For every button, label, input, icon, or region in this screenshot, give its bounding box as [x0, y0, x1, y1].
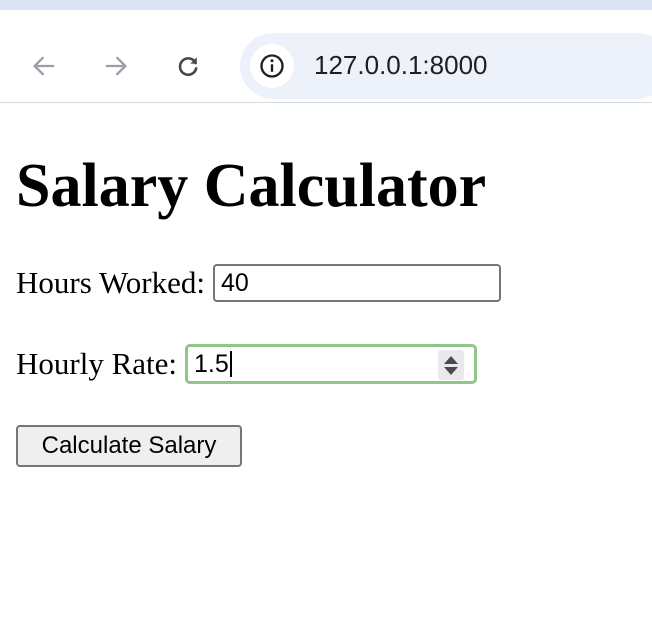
- calculate-salary-button[interactable]: Calculate Salary: [16, 425, 242, 467]
- arrow-right-icon: [105, 56, 127, 76]
- hours-input[interactable]: 40: [212, 264, 501, 302]
- reload-button[interactable]: [166, 44, 210, 88]
- browser-toolbar: 127.0.0.1:8000: [0, 10, 652, 102]
- browser-chrome: 127.0.0.1:8000: [0, 0, 652, 103]
- tab-strip: [0, 0, 652, 10]
- page-title: Salary Calculator: [16, 152, 487, 220]
- url-text[interactable]: 127.0.0.1:8000: [314, 50, 488, 81]
- address-bar[interactable]: 127.0.0.1:8000: [240, 33, 652, 99]
- stepper-up-icon[interactable]: [444, 355, 458, 364]
- rate-label: Hourly Rate:: [16, 346, 177, 381]
- rate-input[interactable]: 1.5: [185, 344, 477, 384]
- toolbar-divider: [0, 102, 652, 103]
- text-caret: [229, 351, 232, 377]
- forward-button[interactable]: [94, 44, 138, 88]
- hours-row: Hours Worked: 40: [16, 264, 501, 302]
- rate-row: Hourly Rate: 1.5: [16, 344, 477, 384]
- rate-value: 1.5: [194, 349, 229, 378]
- back-button[interactable]: [22, 44, 66, 88]
- stepper-down-icon[interactable]: [444, 366, 458, 375]
- reload-icon: [178, 57, 198, 76]
- info-circle-icon: [260, 54, 284, 78]
- site-info-button[interactable]: [250, 44, 294, 88]
- arrow-left-icon: [33, 56, 55, 76]
- hours-value: 40: [220, 268, 249, 297]
- rate-stepper[interactable]: [438, 350, 464, 380]
- hours-label: Hours Worked:: [16, 265, 205, 300]
